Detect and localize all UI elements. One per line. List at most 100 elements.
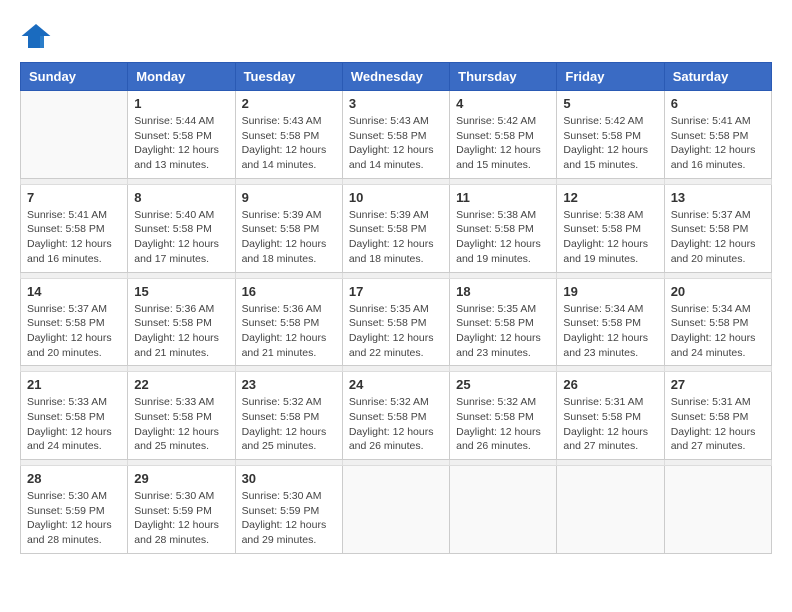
day-number: 7 (27, 190, 121, 205)
day-number: 2 (242, 96, 336, 111)
day-number: 22 (134, 377, 228, 392)
day-number: 1 (134, 96, 228, 111)
calendar-header-row: SundayMondayTuesdayWednesdayThursdayFrid… (21, 63, 772, 91)
day-info: Sunrise: 5:31 AMSunset: 5:58 PMDaylight:… (563, 395, 657, 454)
day-info: Sunrise: 5:36 AMSunset: 5:58 PMDaylight:… (134, 302, 228, 361)
calendar-table: SundayMondayTuesdayWednesdayThursdayFrid… (20, 62, 772, 554)
calendar-cell: 23 Sunrise: 5:32 AMSunset: 5:58 PMDayligh… (235, 372, 342, 460)
calendar-cell (342, 466, 449, 554)
day-info: Sunrise: 5:34 AMSunset: 5:58 PMDaylight:… (671, 302, 765, 361)
calendar-cell: 7 Sunrise: 5:41 AMSunset: 5:58 PMDaylight… (21, 184, 128, 272)
calendar-week-2: 7 Sunrise: 5:41 AMSunset: 5:58 PMDaylight… (21, 184, 772, 272)
logo-icon (20, 20, 52, 52)
day-info: Sunrise: 5:42 AMSunset: 5:58 PMDaylight:… (456, 114, 550, 173)
calendar-week-3: 14 Sunrise: 5:37 AMSunset: 5:58 PMDayligh… (21, 278, 772, 366)
day-info: Sunrise: 5:35 AMSunset: 5:58 PMDaylight:… (456, 302, 550, 361)
day-info: Sunrise: 5:32 AMSunset: 5:58 PMDaylight:… (456, 395, 550, 454)
day-info: Sunrise: 5:43 AMSunset: 5:58 PMDaylight:… (242, 114, 336, 173)
day-info: Sunrise: 5:40 AMSunset: 5:58 PMDaylight:… (134, 208, 228, 267)
calendar-cell: 16 Sunrise: 5:36 AMSunset: 5:58 PMDayligh… (235, 278, 342, 366)
logo (20, 20, 56, 52)
day-number: 20 (671, 284, 765, 299)
calendar-week-1: 1 Sunrise: 5:44 AMSunset: 5:58 PMDaylight… (21, 91, 772, 179)
calendar-cell: 15 Sunrise: 5:36 AMSunset: 5:58 PMDayligh… (128, 278, 235, 366)
day-info: Sunrise: 5:41 AMSunset: 5:58 PMDaylight:… (671, 114, 765, 173)
calendar-week-5: 28 Sunrise: 5:30 AMSunset: 5:59 PMDayligh… (21, 466, 772, 554)
day-info: Sunrise: 5:35 AMSunset: 5:58 PMDaylight:… (349, 302, 443, 361)
day-info: Sunrise: 5:30 AMSunset: 5:59 PMDaylight:… (242, 489, 336, 548)
day-info: Sunrise: 5:32 AMSunset: 5:58 PMDaylight:… (349, 395, 443, 454)
calendar-cell (450, 466, 557, 554)
day-info: Sunrise: 5:41 AMSunset: 5:58 PMDaylight:… (27, 208, 121, 267)
calendar-cell: 29 Sunrise: 5:30 AMSunset: 5:59 PMDayligh… (128, 466, 235, 554)
day-number: 10 (349, 190, 443, 205)
day-number: 12 (563, 190, 657, 205)
day-number: 18 (456, 284, 550, 299)
calendar-cell: 14 Sunrise: 5:37 AMSunset: 5:58 PMDayligh… (21, 278, 128, 366)
day-info: Sunrise: 5:31 AMSunset: 5:58 PMDaylight:… (671, 395, 765, 454)
calendar-cell: 19 Sunrise: 5:34 AMSunset: 5:58 PMDayligh… (557, 278, 664, 366)
day-number: 17 (349, 284, 443, 299)
day-info: Sunrise: 5:33 AMSunset: 5:58 PMDaylight:… (27, 395, 121, 454)
calendar-cell: 8 Sunrise: 5:40 AMSunset: 5:58 PMDaylight… (128, 184, 235, 272)
calendar-header-friday: Friday (557, 63, 664, 91)
calendar-cell: 9Sunrise: 5:39 AMSunset: 5:58 PMDaylight… (235, 184, 342, 272)
day-number: 25 (456, 377, 550, 392)
calendar-cell: 26 Sunrise: 5:31 AMSunset: 5:58 PMDayligh… (557, 372, 664, 460)
calendar-cell: 24 Sunrise: 5:32 AMSunset: 5:58 PMDayligh… (342, 372, 449, 460)
day-number: 19 (563, 284, 657, 299)
day-number: 26 (563, 377, 657, 392)
calendar-header-tuesday: Tuesday (235, 63, 342, 91)
calendar-cell: 21 Sunrise: 5:33 AMSunset: 5:58 PMDayligh… (21, 372, 128, 460)
calendar-cell: 11 Sunrise: 5:38 AMSunset: 5:58 PMDayligh… (450, 184, 557, 272)
day-info: Sunrise: 5:34 AMSunset: 5:58 PMDaylight:… (563, 302, 657, 361)
day-info: Sunrise: 5:30 AMSunset: 5:59 PMDaylight:… (27, 489, 121, 548)
day-number: 4 (456, 96, 550, 111)
day-number: 6 (671, 96, 765, 111)
day-info: Sunrise: 5:36 AMSunset: 5:58 PMDaylight:… (242, 302, 336, 361)
calendar-cell: 5Sunrise: 5:42 AMSunset: 5:58 PMDaylight… (557, 91, 664, 179)
day-info: Sunrise: 5:44 AMSunset: 5:58 PMDaylight:… (134, 114, 228, 173)
page-header (20, 20, 772, 52)
day-number: 23 (242, 377, 336, 392)
calendar-cell: 22 Sunrise: 5:33 AMSunset: 5:58 PMDayligh… (128, 372, 235, 460)
day-number: 11 (456, 190, 550, 205)
calendar-cell: 28 Sunrise: 5:30 AMSunset: 5:59 PMDayligh… (21, 466, 128, 554)
day-info: Sunrise: 5:30 AMSunset: 5:59 PMDaylight:… (134, 489, 228, 548)
calendar-header-sunday: Sunday (21, 63, 128, 91)
day-number: 24 (349, 377, 443, 392)
day-number: 9 (242, 190, 336, 205)
calendar-cell: 1 Sunrise: 5:44 AMSunset: 5:58 PMDaylight… (128, 91, 235, 179)
day-number: 8 (134, 190, 228, 205)
calendar-cell (21, 91, 128, 179)
calendar-cell: 6 Sunrise: 5:41 AMSunset: 5:58 PMDaylight… (664, 91, 771, 179)
day-info: Sunrise: 5:37 AMSunset: 5:58 PMDaylight:… (27, 302, 121, 361)
day-info: Sunrise: 5:43 AMSunset: 5:58 PMDaylight:… (349, 114, 443, 173)
day-info: Sunrise: 5:32 AMSunset: 5:58 PMDaylight:… (242, 395, 336, 454)
day-number: 14 (27, 284, 121, 299)
calendar-cell (557, 466, 664, 554)
day-info: Sunrise: 5:37 AMSunset: 5:58 PMDaylight:… (671, 208, 765, 267)
day-number: 30 (242, 471, 336, 486)
day-number: 29 (134, 471, 228, 486)
day-number: 16 (242, 284, 336, 299)
day-number: 3 (349, 96, 443, 111)
day-number: 21 (27, 377, 121, 392)
calendar-header-monday: Monday (128, 63, 235, 91)
day-number: 27 (671, 377, 765, 392)
day-number: 13 (671, 190, 765, 205)
calendar-cell: 27 Sunrise: 5:31 AMSunset: 5:58 PMDayligh… (664, 372, 771, 460)
calendar-cell: 10Sunrise: 5:39 AMSunset: 5:58 PMDayligh… (342, 184, 449, 272)
day-info: Sunrise: 5:38 AMSunset: 5:58 PMDaylight:… (456, 208, 550, 267)
calendar-cell (664, 466, 771, 554)
day-number: 15 (134, 284, 228, 299)
day-info: Sunrise: 5:33 AMSunset: 5:58 PMDaylight:… (134, 395, 228, 454)
calendar-cell: 3 Sunrise: 5:43 AMSunset: 5:58 PMDaylight… (342, 91, 449, 179)
day-number: 28 (27, 471, 121, 486)
calendar-header-wednesday: Wednesday (342, 63, 449, 91)
day-info: Sunrise: 5:42 AMSunset: 5:58 PMDaylight:… (563, 114, 657, 173)
calendar-cell: 4 Sunrise: 5:42 AMSunset: 5:58 PMDaylight… (450, 91, 557, 179)
day-info: Sunrise: 5:38 AMSunset: 5:58 PMDaylight:… (563, 208, 657, 267)
calendar-cell: 13 Sunrise: 5:37 AMSunset: 5:58 PMDayligh… (664, 184, 771, 272)
calendar-header-saturday: Saturday (664, 63, 771, 91)
